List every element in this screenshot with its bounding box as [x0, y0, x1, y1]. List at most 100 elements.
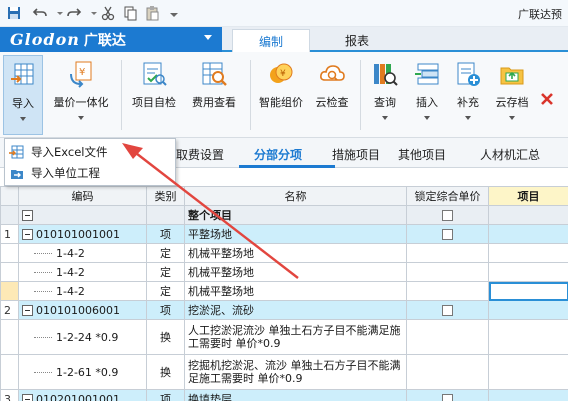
- lock-price-cell[interactable]: [406, 389, 489, 401]
- header-type[interactable]: 类别: [146, 186, 185, 206]
- type-cell[interactable]: 项: [146, 389, 185, 401]
- lock-price-checkbox[interactable]: [442, 305, 453, 316]
- code-cell[interactable]: 010101006001: [18, 300, 147, 320]
- collapse-toggle-icon[interactable]: [22, 394, 33, 401]
- code-cell[interactable]: 1-4-2: [18, 243, 147, 263]
- name-cell[interactable]: 挖淤泥、流砂: [184, 300, 407, 320]
- tab-labor-material-machine[interactable]: 人材机汇总: [480, 146, 540, 163]
- lock-price-cell[interactable]: [406, 354, 489, 390]
- lock-price-checkbox[interactable]: [442, 210, 453, 221]
- lock-price-cell[interactable]: [406, 205, 489, 225]
- delete-icon[interactable]: [540, 92, 554, 106]
- code-cell[interactable]: 010201001001: [18, 389, 147, 401]
- header-name[interactable]: 名称: [184, 186, 407, 206]
- tab-baobiao[interactable]: 报表: [318, 29, 396, 52]
- name-cell[interactable]: 平整场地: [184, 224, 407, 244]
- project-cell[interactable]: [488, 319, 568, 355]
- code-cell[interactable]: 010101001001: [18, 224, 147, 244]
- project-cell[interactable]: [488, 389, 568, 401]
- lock-price-cell[interactable]: [406, 243, 489, 263]
- undo-icon[interactable]: [30, 4, 50, 22]
- quick-access-more-icon[interactable]: [164, 4, 184, 22]
- paste-icon[interactable]: [142, 4, 162, 22]
- tree-connector: [34, 272, 52, 273]
- row-number: 2: [0, 300, 19, 320]
- project-cell[interactable]: [488, 354, 568, 390]
- collapse-toggle-icon[interactable]: [22, 305, 33, 316]
- collapse-toggle-icon[interactable]: [22, 229, 33, 240]
- table-row[interactable]: 3 010201001001 项 换填垫层: [0, 389, 568, 401]
- name-cell[interactable]: 机械平整场地: [184, 262, 407, 282]
- type-cell[interactable]: [146, 205, 185, 225]
- lock-price-cell[interactable]: [406, 224, 489, 244]
- lock-price-cell[interactable]: [406, 319, 489, 355]
- menu-item-import-excel-label: 导入Excel文件: [31, 145, 108, 159]
- name-cell[interactable]: 整个项目: [184, 205, 407, 225]
- menu-item-import-unit-project[interactable]: 导入单位工程: [9, 163, 173, 183]
- type-cell[interactable]: 换: [146, 319, 185, 355]
- supplement-button[interactable]: 补充: [450, 55, 486, 135]
- type-cell[interactable]: 定: [146, 281, 185, 301]
- type-cell[interactable]: 项: [146, 300, 185, 320]
- lock-price-cell[interactable]: [406, 281, 489, 301]
- name-cell[interactable]: 换填垫层: [184, 389, 407, 401]
- lock-price-cell[interactable]: [406, 262, 489, 282]
- name-cell[interactable]: 机械平整场地: [184, 243, 407, 263]
- copy-icon[interactable]: [120, 4, 140, 22]
- header-project[interactable]: 项目: [488, 186, 568, 206]
- table-row[interactable]: 1-4-2 定 机械平整场地: [0, 262, 568, 282]
- cloud-archive-button[interactable]: 云存档: [490, 55, 534, 135]
- project-cell[interactable]: [488, 205, 568, 225]
- insert-icon: [415, 63, 439, 85]
- type-cell[interactable]: 项: [146, 224, 185, 244]
- project-selfcheck-button[interactable]: 项目自检: [126, 55, 182, 135]
- lock-price-cell[interactable]: [406, 300, 489, 320]
- redo-icon[interactable]: [64, 4, 84, 22]
- project-cell-selected[interactable]: [488, 281, 568, 301]
- tab-fenbu-fenxiang[interactable]: 分部分项: [254, 146, 302, 163]
- lock-price-checkbox[interactable]: [442, 229, 453, 240]
- fee-view-button[interactable]: 费用查看: [186, 55, 242, 135]
- table-row[interactable]: 2 010101006001 项 挖淤泥、流砂: [0, 300, 568, 320]
- fee-view-label: 费用查看: [192, 96, 236, 109]
- project-cell[interactable]: [488, 224, 568, 244]
- table-row[interactable]: 整个项目: [0, 205, 568, 225]
- tab-measures[interactable]: 措施项目: [332, 146, 380, 163]
- header-code[interactable]: 编码: [18, 186, 147, 206]
- project-cell[interactable]: [488, 243, 568, 263]
- tab-bianzhi[interactable]: 编制: [232, 29, 310, 52]
- insert-button[interactable]: 插入: [408, 55, 446, 135]
- table-row[interactable]: 1-2-24 *0.9 换 人工挖淤泥流沙 单独土石方子目不能满足施工需要时 单…: [0, 319, 568, 355]
- quantity-price-button[interactable]: ¥ 量价一体化: [48, 55, 114, 135]
- cut-icon[interactable]: [98, 4, 118, 22]
- import-button[interactable]: 导入: [3, 55, 43, 135]
- tab-fee-settings[interactable]: 取费设置: [176, 146, 224, 163]
- cloud-check-button[interactable]: 云检查: [310, 55, 354, 135]
- code-cell[interactable]: 1-2-61 *0.9: [18, 354, 147, 390]
- menu-item-import-excel[interactable]: 导入Excel文件: [9, 142, 173, 162]
- project-cell[interactable]: [488, 262, 568, 282]
- type-cell[interactable]: 定: [146, 243, 185, 263]
- smart-pricing-button[interactable]: ¥ 智能组价: [256, 55, 306, 135]
- table-row[interactable]: 1-2-61 *0.9 换 挖掘机挖淤泥、流沙 单独土石方子目不能满足施工需要时…: [0, 354, 568, 390]
- tab-other-items[interactable]: 其他项目: [398, 146, 446, 163]
- table-row[interactable]: 1-4-2 定 机械平整场地: [0, 243, 568, 263]
- name-cell[interactable]: 机械平整场地: [184, 281, 407, 301]
- lock-price-checkbox[interactable]: [442, 394, 453, 401]
- table-row[interactable]: 1-4-2 定 机械平整场地: [0, 281, 568, 301]
- table-row[interactable]: 1 010101001001 项 平整场地: [0, 224, 568, 244]
- type-cell[interactable]: 定: [146, 262, 185, 282]
- header-lock-price[interactable]: 锁定综合单价: [406, 186, 489, 206]
- collapse-toggle-icon[interactable]: [22, 210, 33, 221]
- name-cell[interactable]: 挖掘机挖淤泥、流沙 单独土石方子目不能满足施工需要时 单价*0.9: [184, 354, 407, 390]
- code-cell[interactable]: [18, 205, 147, 225]
- save-icon[interactable]: [4, 4, 24, 22]
- code-cell[interactable]: 1-2-24 *0.9: [18, 319, 147, 355]
- name-cell[interactable]: 人工挖淤泥流沙 单独土石方子目不能满足施工需要时 单价*0.9: [184, 319, 407, 355]
- code-cell[interactable]: 1-4-2: [18, 281, 147, 301]
- project-cell[interactable]: [488, 300, 568, 320]
- brand-menu-button[interactable]: Glodon 广联达: [0, 27, 222, 52]
- type-cell[interactable]: 换: [146, 354, 185, 390]
- code-cell[interactable]: 1-4-2: [18, 262, 147, 282]
- query-button[interactable]: 查询: [366, 55, 404, 135]
